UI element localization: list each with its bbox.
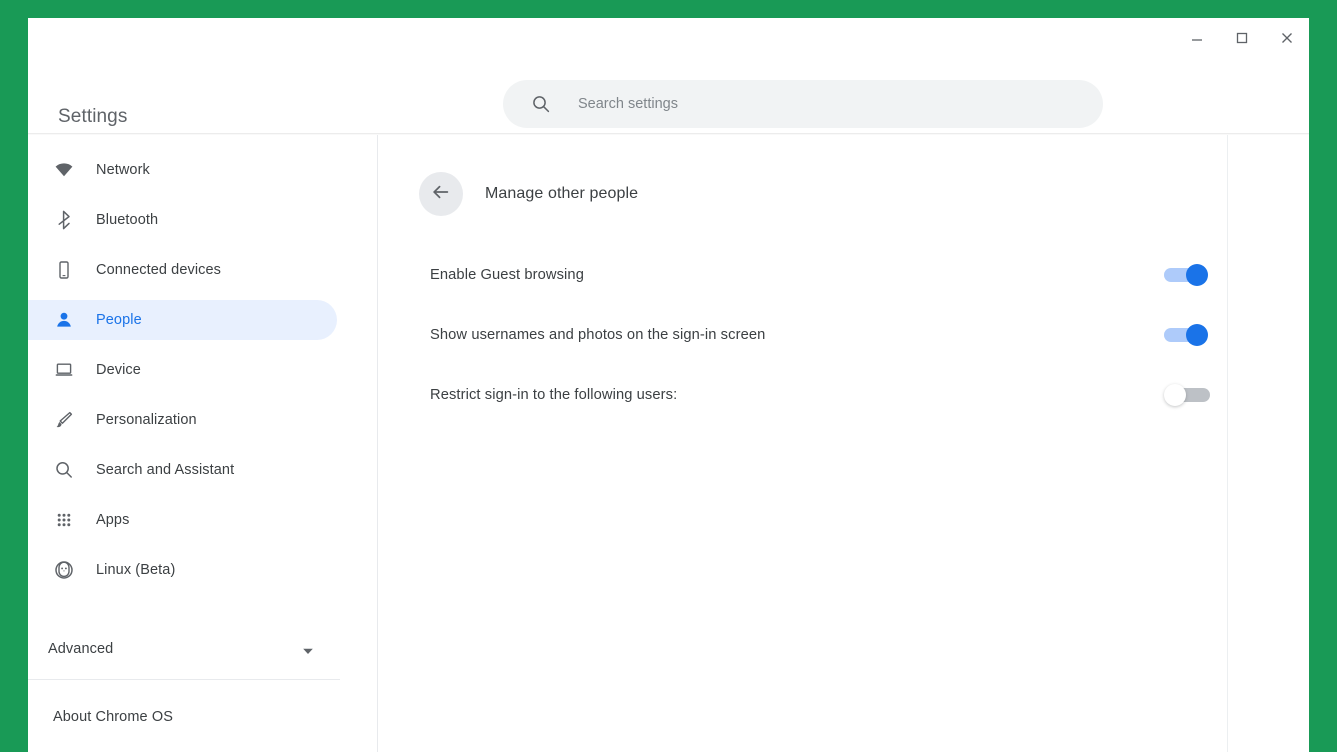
wifi-icon <box>52 158 76 182</box>
window-titlebar: Settings <box>28 18 1309 133</box>
toggle-knob <box>1164 384 1186 406</box>
sidebar-item-label: Bluetooth <box>96 212 159 228</box>
window-controls <box>1174 18 1309 58</box>
settings-window: Settings Netw <box>28 18 1309 752</box>
sidebar-item-linux-beta[interactable]: Linux (Beta) <box>28 550 337 590</box>
maximize-icon <box>1236 32 1247 44</box>
show-usernames-and-photos-toggle[interactable] <box>1164 323 1210 347</box>
minimize-button[interactable] <box>1174 18 1219 58</box>
setting-row-enable-guest-browsing: Enable Guest browsing <box>430 260 1210 290</box>
enable-guest-browsing-toggle[interactable] <box>1164 263 1210 287</box>
restrict-sign-in-toggle[interactable] <box>1164 383 1210 407</box>
search-icon <box>52 458 76 482</box>
sidebar-advanced-toggle[interactable]: Advanced <box>28 629 377 669</box>
paintbrush-icon <box>52 408 76 432</box>
setting-label: Restrict sign-in to the following users: <box>430 387 678 403</box>
sidebar-item-label: Search and Assistant <box>96 462 235 478</box>
sidebar-item-network[interactable]: Network <box>28 150 337 190</box>
sidebar-item-label: Personalization <box>96 412 197 428</box>
sidebar: Network Bluetooth Connected devices Peop… <box>28 135 377 752</box>
sidebar-item-apps[interactable]: Apps <box>28 500 337 540</box>
page-header: Manage other people <box>419 172 638 216</box>
toggle-knob <box>1186 264 1208 286</box>
main-content: Manage other people Enable Guest browsin… <box>378 135 1227 752</box>
content-right-divider <box>1227 135 1228 752</box>
phone-icon <box>52 258 76 282</box>
page-title: Manage other people <box>485 185 639 202</box>
sidebar-nav-list: Network Bluetooth Connected devices Peop… <box>28 150 377 600</box>
sidebar-item-device[interactable]: Device <box>28 350 337 390</box>
close-icon <box>1281 33 1292 43</box>
bluetooth-icon <box>52 208 76 232</box>
sidebar-item-label: Connected devices <box>96 262 222 278</box>
linux-penguin-icon <box>52 558 76 582</box>
back-button[interactable] <box>419 172 463 216</box>
sidebar-item-connected-devices[interactable]: Connected devices <box>28 250 337 290</box>
sidebar-about-label: About Chrome OS <box>53 709 173 725</box>
minimize-icon <box>1191 39 1202 41</box>
app-title: Settings <box>58 106 128 127</box>
search-input[interactable] <box>576 95 1083 113</box>
setting-label: Show usernames and photos on the sign-in… <box>430 327 766 343</box>
setting-row-restrict-sign-in: Restrict sign-in to the following users: <box>430 380 1210 410</box>
sidebar-item-about-chrome-os[interactable]: About Chrome OS <box>28 697 377 737</box>
apps-grid-icon <box>52 508 76 532</box>
person-icon <box>52 308 76 332</box>
toggle-knob <box>1186 324 1208 346</box>
laptop-icon <box>52 358 76 382</box>
close-button[interactable] <box>1264 18 1309 58</box>
search-box[interactable] <box>503 80 1103 128</box>
setting-row-show-usernames-and-photos: Show usernames and photos on the sign-in… <box>430 320 1210 350</box>
search-icon <box>531 94 551 114</box>
sidebar-item-label: Device <box>96 362 141 378</box>
maximize-button[interactable] <box>1219 18 1264 58</box>
sidebar-item-personalization[interactable]: Personalization <box>28 400 337 440</box>
sidebar-item-people[interactable]: People <box>28 300 337 340</box>
setting-label: Enable Guest browsing <box>430 267 584 283</box>
sidebar-advanced-label: Advanced <box>48 641 114 657</box>
sidebar-divider <box>28 679 340 680</box>
sidebar-item-bluetooth[interactable]: Bluetooth <box>28 200 337 240</box>
back-arrow-icon <box>430 181 452 208</box>
window-body: Network Bluetooth Connected devices Peop… <box>28 135 1309 752</box>
sidebar-item-label: Linux (Beta) <box>96 562 176 578</box>
chevron-down-icon <box>300 643 316 659</box>
sidebar-item-label: People <box>96 312 142 328</box>
sidebar-item-label: Network <box>96 162 150 178</box>
sidebar-item-search-and-assistant[interactable]: Search and Assistant <box>28 450 337 490</box>
sidebar-item-label: Apps <box>96 512 130 528</box>
